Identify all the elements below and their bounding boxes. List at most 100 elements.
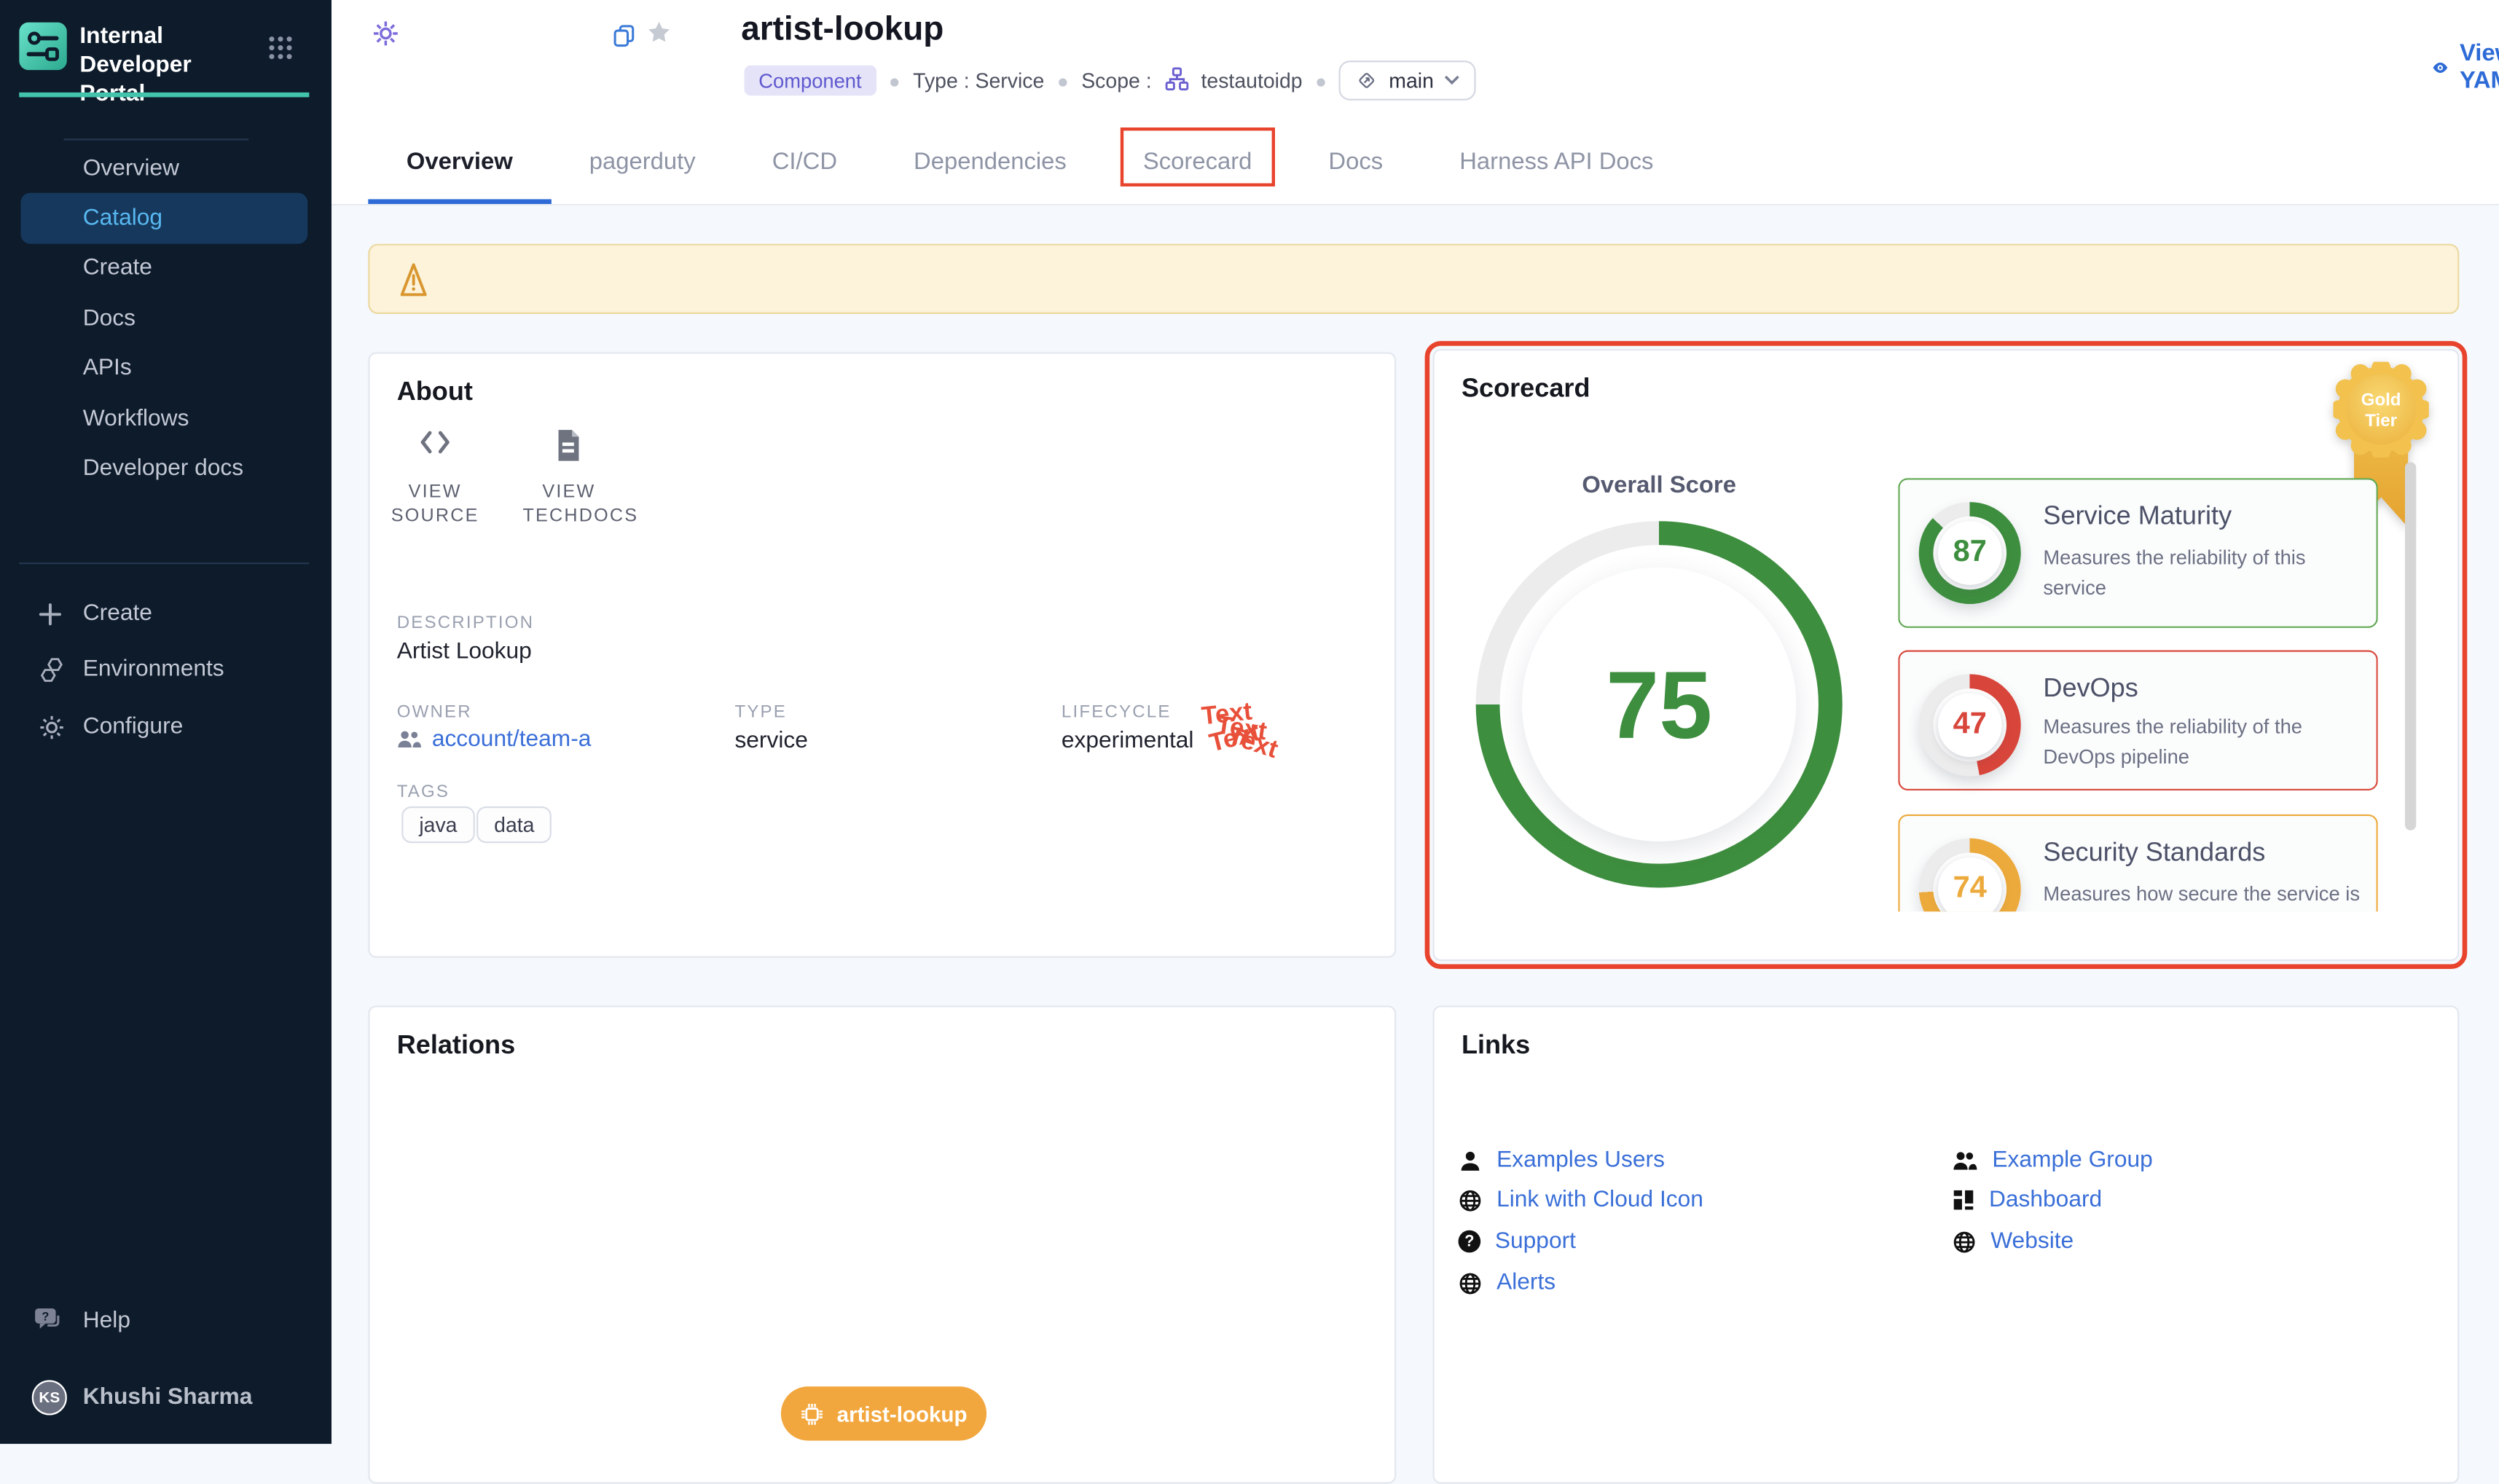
app-grid-icon[interactable]	[268, 35, 294, 68]
scorecard-item-service-maturity[interactable]: 87 Service Maturity Measures the reliabi…	[1898, 478, 2377, 628]
score-value: 47	[1953, 707, 1987, 742]
dot-separator: ●	[1315, 69, 1327, 92]
people-icon	[397, 730, 423, 749]
sidebar-item-overview[interactable]: Overview	[0, 144, 332, 194]
sidebar-item-label: Configure	[0, 714, 183, 739]
sidebar-item-docs[interactable]: Docs	[0, 294, 332, 344]
link-label[interactable]: Alerts	[1496, 1270, 1556, 1295]
sidebar-item-environments[interactable]: Environments	[0, 643, 332, 696]
sidebar-accent-line	[19, 93, 309, 98]
chevron-down-icon	[1443, 75, 1459, 86]
scorecard-card: Scorecard Gold Tier Overall Score 75 87	[1433, 349, 2460, 961]
tab-scorecard[interactable]: Scorecard	[1105, 119, 1290, 204]
svg-text:?: ?	[42, 1311, 49, 1324]
score-ring: 74	[1919, 839, 2021, 912]
view-source-link[interactable]: VIEW SOURCE	[389, 482, 482, 530]
tag-java[interactable]: java	[401, 806, 474, 843]
link-row[interactable]: Alerts	[1459, 1270, 1556, 1295]
relations-card: Relations artist-lookup	[368, 1005, 1396, 1483]
overall-score-label: Overall Score	[1530, 472, 1788, 499]
link-row[interactable]: Dashboard	[1953, 1187, 2102, 1213]
document-icon[interactable]	[554, 428, 581, 470]
dot-separator: ●	[889, 69, 901, 92]
user-menu[interactable]: KS Khushi Sharma	[0, 1370, 332, 1424]
link-label[interactable]: Support	[1495, 1229, 1576, 1255]
code-icon[interactable]	[417, 428, 452, 463]
view-yaml-label: View YAML	[2460, 40, 2499, 94]
sidebar-item-apis[interactable]: APIs	[0, 344, 332, 394]
globe-icon	[1953, 1230, 1977, 1254]
sidebar-item-catalog[interactable]: Catalog	[20, 194, 307, 244]
sidebar-item-create-secondary[interactable]: Create	[0, 586, 332, 640]
scope-value: testautoidp	[1201, 68, 1302, 93]
score-item-title: DevOps	[2043, 674, 2138, 704]
sidebar-item-developer-docs[interactable]: Developer docs	[0, 444, 332, 494]
owner-link[interactable]: account/team-a	[432, 727, 592, 753]
score-item-description: Measures the reliability of this service	[2043, 543, 2362, 605]
scorecard-item-devops[interactable]: 47 DevOps Measures the reliability of th…	[1898, 651, 2377, 791]
view-techdocs-link[interactable]: VIEW TECHDOCS	[523, 482, 616, 530]
owner-label: OWNER	[397, 703, 472, 722]
sidebar-item-configure[interactable]: Configure	[0, 699, 332, 753]
star-icon[interactable]	[646, 19, 672, 54]
type-label: Type : Service	[913, 68, 1044, 93]
dashboard-icon	[1953, 1189, 1975, 1212]
link-row[interactable]: Website	[1953, 1229, 2074, 1255]
overall-score-ring: 75	[1476, 521, 1843, 887]
hexagons-icon	[39, 656, 66, 683]
warning-icon	[399, 261, 429, 297]
link-row[interactable]: ? Support	[1459, 1229, 1576, 1255]
scope-icon	[1164, 66, 1188, 95]
scope-label: Scope :	[1081, 68, 1151, 93]
relation-node-artist-lookup[interactable]: artist-lookup	[781, 1386, 986, 1440]
sidebar-divider	[64, 138, 249, 140]
type-label: TYPE	[734, 703, 787, 722]
score-value: 87	[1953, 535, 1987, 570]
link-label[interactable]: Example Group	[1992, 1147, 2152, 1173]
tab-dependencies[interactable]: Dependencies	[876, 119, 1105, 204]
user-icon	[1459, 1148, 1483, 1172]
relations-title: Relations	[397, 1031, 515, 1061]
tab-docs[interactable]: Docs	[1290, 119, 1421, 204]
link-label[interactable]: Website	[1990, 1229, 2074, 1255]
score-item-title: Service Maturity	[2043, 502, 2232, 533]
view-yaml-button[interactable]: View YAML	[2432, 40, 2499, 94]
sidebar: Internal Developer Portal Overview Catal…	[0, 0, 332, 1444]
description-value: Artist Lookup	[397, 639, 532, 664]
sidebar-item-label: Create	[0, 601, 152, 627]
overall-score-value: 75	[1606, 649, 1712, 759]
sidebar-nav: Overview Catalog Create Docs APIs Workfl…	[0, 144, 332, 494]
lifecycle-value: experimental	[1062, 729, 1194, 754]
tag-data[interactable]: data	[476, 806, 552, 843]
scrollbar-thumb[interactable]	[2405, 462, 2416, 830]
tab-pagerduty[interactable]: pagerduty	[551, 119, 734, 204]
tab-bar: Overview pagerduty CI/CD Dependencies Sc…	[368, 119, 1692, 204]
copy-icon[interactable]	[612, 24, 636, 56]
tab-cicd[interactable]: CI/CD	[734, 119, 875, 204]
link-row[interactable]: Link with Cloud Icon	[1459, 1187, 1703, 1213]
help-circle-icon: ?	[1459, 1230, 1481, 1253]
help-chat-icon: ?	[34, 1307, 66, 1335]
tags-label: TAGS	[397, 782, 450, 801]
globe-icon	[1459, 1188, 1483, 1212]
scorecard-item-security-standards[interactable]: 74 Security Standards Measures how secur…	[1898, 814, 2377, 911]
branch-selector[interactable]: main	[1339, 60, 1475, 101]
help-button[interactable]: ? Help	[0, 1294, 332, 1348]
link-row[interactable]: Examples Users	[1459, 1147, 1665, 1173]
sidebar-item-label: Environments	[0, 656, 224, 682]
link-label[interactable]: Examples Users	[1496, 1147, 1665, 1173]
link-label[interactable]: Dashboard	[1989, 1187, 2102, 1213]
tab-overview[interactable]: Overview	[368, 119, 551, 204]
score-item-description: Measures how secure the service is	[2043, 880, 2362, 911]
group-icon	[1953, 1150, 1978, 1170]
branch-value: main	[1389, 68, 1434, 93]
avatar: KS	[32, 1380, 67, 1415]
link-label[interactable]: Link with Cloud Icon	[1496, 1187, 1703, 1213]
link-row[interactable]: Example Group	[1953, 1147, 2153, 1173]
sidebar-item-create[interactable]: Create	[0, 243, 332, 294]
scorecard-title: Scorecard	[1462, 374, 1590, 405]
tab-harness-api-docs[interactable]: Harness API Docs	[1421, 119, 1692, 204]
dot-separator: ●	[1057, 69, 1069, 92]
sidebar-item-workflows[interactable]: Workflows	[0, 393, 332, 444]
rosette-icon: Gold Tier	[2334, 362, 2429, 458]
